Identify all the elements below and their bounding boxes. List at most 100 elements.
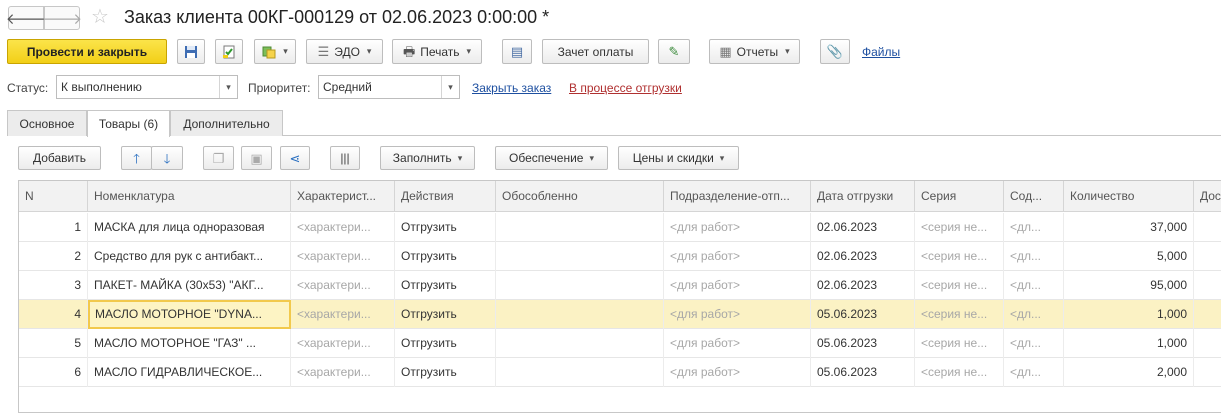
table-cell-action[interactable]: Отгрузить [395, 271, 496, 300]
tab-main[interactable]: Основное [7, 110, 87, 136]
table-cell-date[interactable]: 02.06.2023 [811, 213, 915, 242]
goods-table[interactable]: N Номенклатура Характерист... Действия Обосо… [18, 180, 1221, 413]
table-cell-separate[interactable] [496, 242, 664, 271]
attach-button[interactable]: 📎 [820, 39, 850, 64]
table-cell-n[interactable]: 3 [19, 271, 88, 300]
table-cell-date[interactable]: 05.06.2023 [811, 358, 915, 387]
table-cell-char[interactable]: <характери... [291, 271, 395, 300]
table-cell-item[interactable]: Средство для рук с антибакт... [88, 242, 291, 271]
table-cell-char[interactable]: <характери... [291, 213, 395, 242]
table-cell-dept[interactable]: <для работ> [664, 242, 811, 271]
column-header[interactable]: Подразделение-отп... [664, 181, 811, 212]
table-row[interactable]: 1 МАСКА для лица одноразовая <характери...… [19, 213, 1221, 242]
table-cell-action[interactable]: Отгрузить [395, 242, 496, 271]
table-cell-action[interactable]: Отгрузить [395, 300, 496, 329]
table-cell-dept[interactable]: <для работ> [664, 213, 811, 242]
table-cell-series[interactable]: <серия не... [915, 213, 1004, 242]
table-cell-date[interactable]: 05.06.2023 [811, 300, 915, 329]
table-cell-content[interactable]: <дл... [1004, 329, 1064, 358]
table-cell-date[interactable]: 02.06.2023 [811, 242, 915, 271]
column-header[interactable]: Сод... [1004, 181, 1064, 212]
post-and-close-button[interactable]: Провести и закрыть [7, 39, 167, 64]
table-cell-item[interactable]: МАСЛО МОТОРНОЕ "DYNA... [88, 300, 291, 329]
print-button[interactable]: 🖶 Печать [392, 39, 482, 64]
table-cell-item[interactable]: МАСКА для лица одноразовая [88, 213, 291, 242]
table-cell-qty[interactable]: 5,000 [1064, 242, 1194, 271]
table-cell-n[interactable]: 5 [19, 329, 88, 358]
table-cell-separate[interactable] [496, 300, 664, 329]
table-cell-extra[interactable] [1194, 300, 1221, 329]
fill-button[interactable]: Заполнить [380, 146, 475, 170]
post-button[interactable] [215, 39, 243, 64]
column-header[interactable]: N [19, 181, 88, 212]
table-cell-dept[interactable]: <для работ> [664, 300, 811, 329]
move-down-button[interactable]: 🡓 [151, 146, 183, 170]
table-cell-separate[interactable] [496, 213, 664, 242]
priority-field[interactable]: Средний ▾ [318, 75, 460, 99]
column-header[interactable]: Дата отгрузки [811, 181, 915, 212]
column-header[interactable]: Серия [915, 181, 1004, 212]
shipment-status-link[interactable]: В процессе отгрузки [569, 81, 682, 95]
table-cell-dept[interactable]: <для работ> [664, 329, 811, 358]
table-cell-content[interactable]: <дл... [1004, 242, 1064, 271]
table-cell-n[interactable]: 6 [19, 358, 88, 387]
table-cell-item[interactable]: ПАКЕТ- МАЙКА (30х53) "АКГ... [88, 271, 291, 300]
table-cell-content[interactable]: <дл... [1004, 358, 1064, 387]
table-cell-char[interactable]: <характери... [291, 329, 395, 358]
table-cell-series[interactable]: <серия не... [915, 271, 1004, 300]
create-based-on-button[interactable] [254, 39, 296, 64]
table-cell-dept[interactable]: <для работ> [664, 271, 811, 300]
table-cell-qty[interactable]: 2,000 [1064, 358, 1194, 387]
table-cell-qty[interactable]: 1,000 [1064, 300, 1194, 329]
table-row[interactable]: 4 МАСЛО МОТОРНОЕ "DYNA... <характери... Отг… [19, 300, 1221, 329]
table-cell-item[interactable]: МАСЛО МОТОРНОЕ "ГАЗ" ... [88, 329, 291, 358]
table-cell-char[interactable]: <характери... [291, 242, 395, 271]
tab-goods[interactable]: Товары (6) [87, 110, 170, 137]
favorite-star-icon[interactable]: ☆ [91, 6, 109, 28]
move-up-button[interactable]: 🡑 [121, 146, 152, 170]
table-cell-extra[interactable] [1194, 213, 1221, 242]
column-header[interactable]: Характерист... [291, 181, 395, 212]
table-cell-qty[interactable]: 37,000 [1064, 213, 1194, 242]
edo-button[interactable]: ☰ ЭДО [306, 39, 383, 64]
column-header[interactable]: Обособленно [496, 181, 664, 212]
add-row-button[interactable]: Добавить [18, 146, 101, 170]
column-header[interactable]: Количество [1064, 181, 1194, 212]
table-cell-series[interactable]: <серия не... [915, 329, 1004, 358]
table-cell-separate[interactable] [496, 358, 664, 387]
column-header[interactable]: Дос [1194, 181, 1221, 212]
prices-discounts-button[interactable]: Цены и скидки [618, 146, 739, 170]
table-cell-n[interactable]: 4 [19, 300, 88, 329]
chevron-down-icon[interactable]: ▾ [219, 76, 237, 98]
table-cell-extra[interactable] [1194, 271, 1221, 300]
table-cell-content[interactable]: <дл... [1004, 300, 1064, 329]
reports-button[interactable]: ▦ Отчеты [709, 39, 800, 64]
table-cell-qty[interactable]: 95,000 [1064, 271, 1194, 300]
paste-row-button[interactable]: ▣ [241, 146, 272, 170]
table-cell-action[interactable]: Отгрузить [395, 329, 496, 358]
forward-button[interactable]: 🡒 [42, 6, 82, 30]
sign-button[interactable]: ✎ [658, 39, 690, 64]
table-cell-series[interactable]: <серия не... [915, 242, 1004, 271]
table-cell-action[interactable]: Отгрузить [395, 213, 496, 242]
table-cell-content[interactable]: <дл... [1004, 271, 1064, 300]
table-cell-content[interactable]: <дл... [1004, 213, 1064, 242]
provision-button[interactable]: Обеспечение [495, 146, 608, 170]
table-cell-extra[interactable] [1194, 329, 1221, 358]
copy-row-button[interactable]: ❐ [203, 146, 234, 170]
tab-additional[interactable]: Дополнительно [170, 110, 283, 136]
table-row[interactable]: 5 МАСЛО МОТОРНОЕ "ГАЗ" ... <характери... От… [19, 329, 1221, 358]
split-row-button[interactable]: ⋖ [280, 146, 310, 170]
close-order-link[interactable]: Закрыть заказ [472, 81, 551, 95]
table-cell-extra[interactable] [1194, 242, 1221, 271]
back-button[interactable]: 🡐 [6, 6, 46, 30]
table-cell-dept[interactable]: <для работ> [664, 358, 811, 387]
status-field[interactable]: К выполнению ▾ [56, 75, 238, 99]
table-cell-n[interactable]: 1 [19, 213, 88, 242]
table-cell-extra[interactable] [1194, 358, 1221, 387]
chevron-down-icon[interactable]: ▾ [441, 76, 459, 98]
table-cell-qty[interactable]: 1,000 [1064, 329, 1194, 358]
table-cell-series[interactable]: <серия не... [915, 358, 1004, 387]
table-cell-action[interactable]: Отгрузить [395, 358, 496, 387]
files-link[interactable]: Файлы [862, 45, 900, 59]
